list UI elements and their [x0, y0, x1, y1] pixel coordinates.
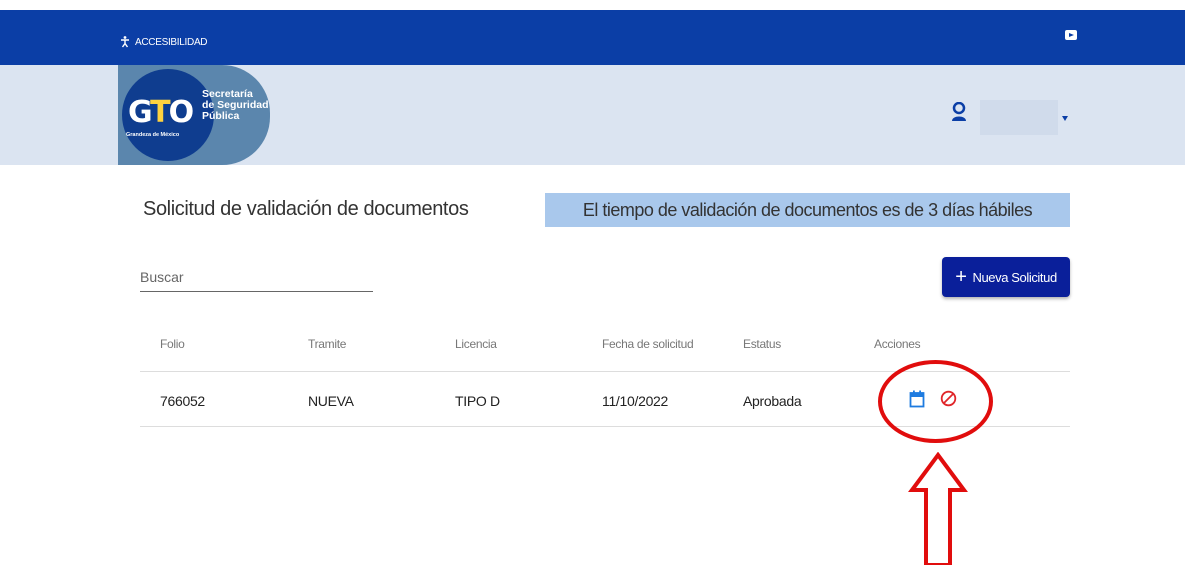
cell-fecha: 11/10/2022 — [602, 393, 669, 409]
cell-tramite: NUEVA — [308, 393, 354, 409]
site-header: GTO Grandeza de México Secretaría de Seg… — [0, 65, 1185, 165]
up-arrow — [908, 452, 968, 565]
page-title: Solicitud de validación de documentos — [143, 198, 469, 220]
accessibility-link[interactable]: ACCESIBILIDAD — [120, 36, 208, 48]
user-name[interactable] — [980, 100, 1058, 135]
logo-org-name: Secretaría de Seguridad Pública — [202, 88, 269, 122]
logo[interactable]: GTO Grandeza de México Secretaría de Seg… — [118, 65, 270, 165]
logo-mark: GTO — [128, 95, 194, 130]
accessibility-icon — [121, 36, 129, 48]
cell-estatus: Aprobada — [743, 393, 802, 409]
top-bar: ACCESIBILIDAD — [0, 10, 1185, 65]
column-header-licencia[interactable]: Licencia — [455, 337, 497, 351]
column-header-fecha[interactable]: Fecha de solicitud — [602, 337, 694, 351]
user-circle-icon[interactable] — [951, 102, 967, 122]
new-request-button[interactable]: + Nueva Solicitud — [942, 257, 1070, 297]
column-header-estatus[interactable]: Estatus — [743, 337, 781, 351]
plus-icon: + — [955, 266, 967, 288]
cell-licencia: TIPO D — [455, 393, 500, 409]
column-header-tramite[interactable]: Tramite — [308, 337, 346, 351]
column-header-acciones: Acciones — [874, 337, 921, 351]
column-header-folio[interactable]: Folio — [160, 337, 185, 351]
logo-tagline: Grandeza de México — [126, 132, 180, 138]
caret-down-icon[interactable] — [1062, 116, 1068, 121]
new-request-label: Nueva Solicitud — [972, 269, 1057, 285]
youtube-icon[interactable] — [1065, 30, 1077, 40]
circle-highlight — [878, 360, 993, 443]
cell-folio: 766052 — [160, 393, 205, 409]
accessibility-label: ACCESIBILIDAD — [135, 36, 208, 48]
validation-notice: El tiempo de validación de documentos es… — [545, 193, 1070, 227]
search-input[interactable] — [140, 262, 373, 292]
